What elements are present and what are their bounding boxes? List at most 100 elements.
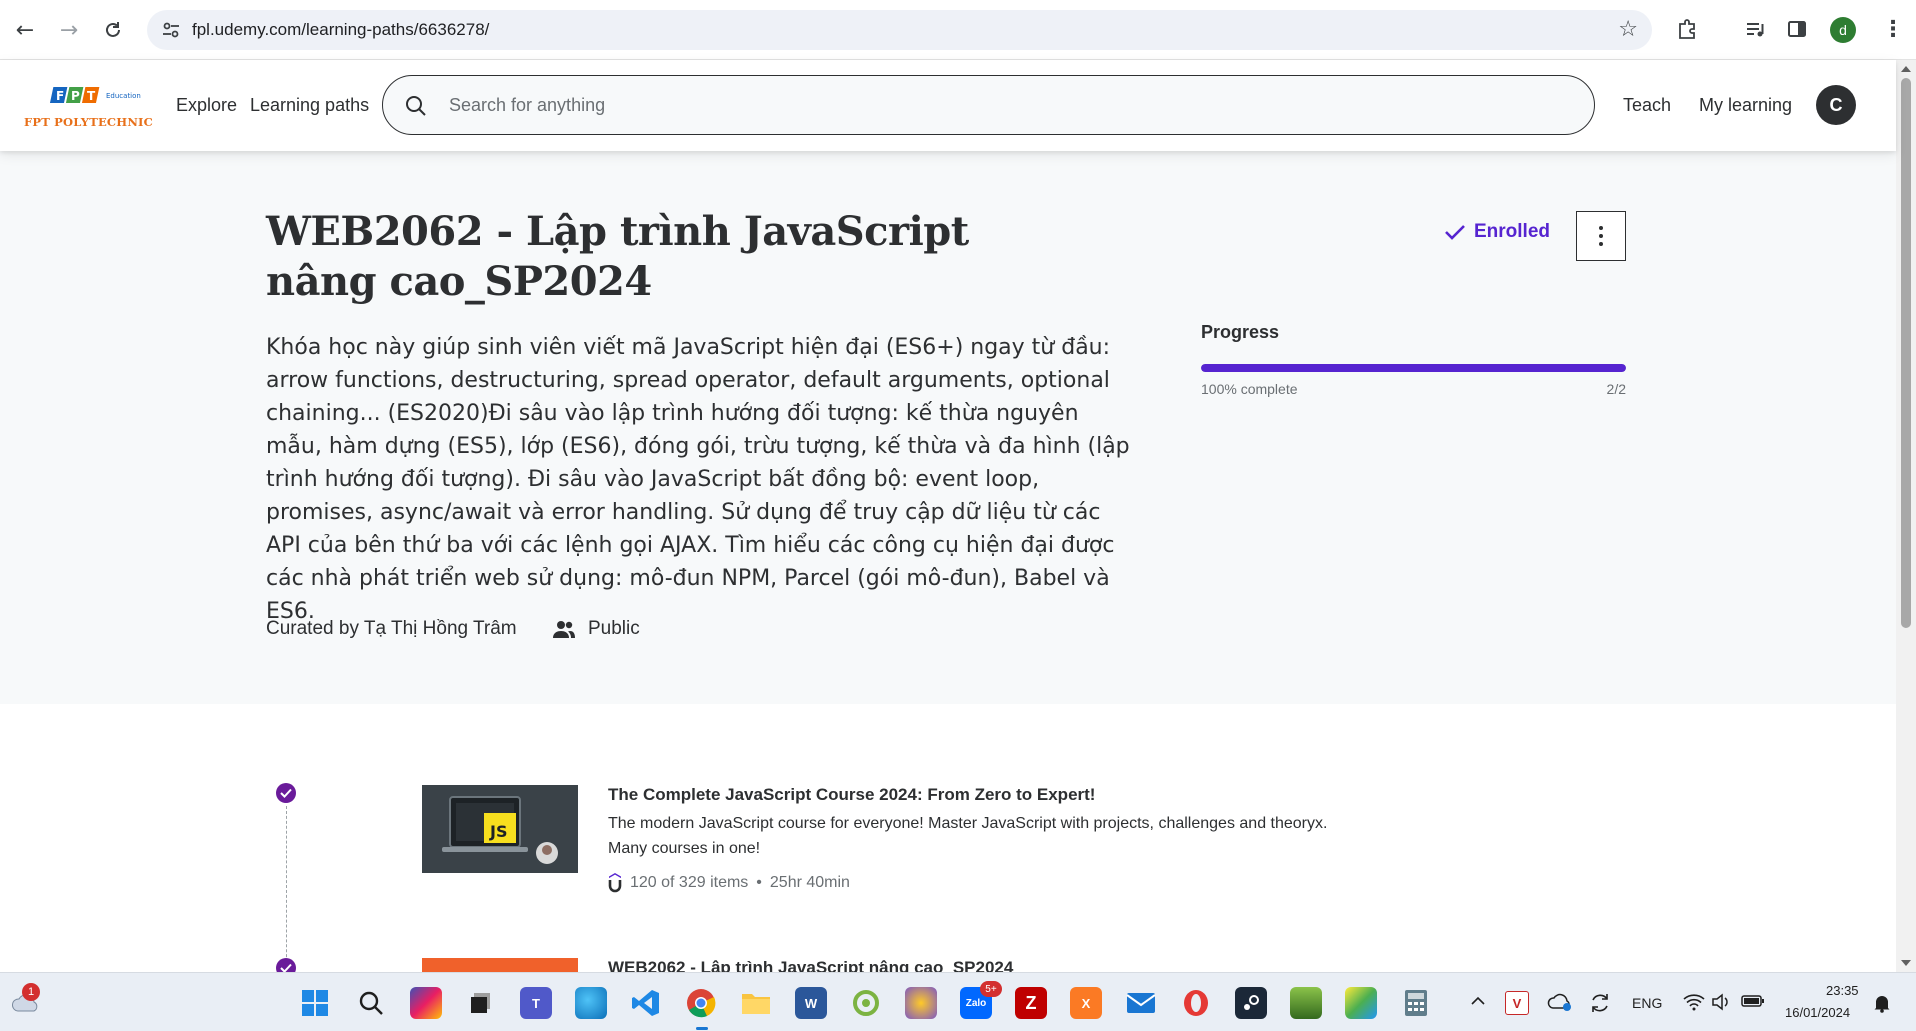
opera-icon[interactable] <box>1180 987 1212 1019</box>
kebab-dot <box>1599 226 1603 230</box>
task-view-icon[interactable] <box>465 987 497 1019</box>
completed-check-icon <box>276 783 296 803</box>
volume-icon[interactable] <box>1711 993 1731 1015</box>
js-badge-text: JS <box>490 822 508 841</box>
forward-button[interactable]: → <box>52 13 86 47</box>
course-title[interactable]: WEB2062 - Lập trình JavaScript nâng cao_… <box>608 958 1013 972</box>
nav-learning-paths[interactable]: Learning paths <box>250 95 369 116</box>
checkmark-icon <box>1445 225 1465 240</box>
nav-explore[interactable]: Explore <box>176 95 237 116</box>
search-input[interactable] <box>449 90 1549 120</box>
browser-toolbar: ← → fpl.udemy.com/learning-paths/6636278… <box>0 0 1916 60</box>
bookmark-star-icon[interactable]: ☆ <box>1618 17 1638 42</box>
progress-heading: Progress <box>1201 322 1280 342</box>
clock-date[interactable]: 16/01/2024 <box>1785 1005 1850 1020</box>
kebab-dot <box>1599 234 1603 238</box>
people-icon <box>553 621 575 638</box>
xampp-icon[interactable]: X <box>1070 987 1102 1019</box>
mail-icon[interactable] <box>1125 987 1157 1019</box>
course-timeline-line <box>286 806 287 972</box>
clock-time[interactable]: 23:35 <box>1826 983 1859 998</box>
progress-percent-text: 100% complete <box>1201 381 1298 397</box>
side-panel-icon[interactable] <box>1782 14 1812 44</box>
more-options-button[interactable] <box>1576 211 1626 261</box>
bluestacks-icon[interactable] <box>1345 987 1377 1019</box>
os-taskbar: 1 T W Zalo 5+ Z X V ENG 23:35 16/01/2024 <box>0 972 1916 1031</box>
battery-icon[interactable] <box>1741 993 1765 1013</box>
course-thumbnail[interactable] <box>422 958 578 972</box>
svg-text:T: T <box>87 89 96 103</box>
filezilla-icon[interactable]: Z <box>1015 987 1047 1019</box>
course-card[interactable]: WEB2062 - Lập trình JavaScript nâng cao_… <box>422 958 1322 972</box>
scrollbar-thumb[interactable] <box>1901 78 1911 628</box>
page-scrollbar[interactable] <box>1896 60 1916 972</box>
progress-count: 2/2 <box>1606 381 1626 397</box>
visibility-label: Public <box>588 618 640 639</box>
teams-icon[interactable]: T <box>520 987 552 1019</box>
enrolled-status: Enrolled <box>1444 221 1550 243</box>
chrome-icon[interactable] <box>685 987 717 1019</box>
page-title: WEB2062 - Lập trình JavaScript nâng cao_… <box>266 208 969 305</box>
svg-text:Education: Education <box>106 92 141 100</box>
notification-badge: 1 <box>22 983 40 1001</box>
search-icon[interactable] <box>403 93 429 119</box>
onedrive-icon[interactable] <box>1547 991 1573 1017</box>
curator-text: Curated by Tạ Thị Hồng Trâm <box>266 618 517 639</box>
search-taskbar-icon[interactable] <box>355 987 387 1019</box>
steam-icon[interactable] <box>1235 987 1267 1019</box>
site-settings-icon[interactable] <box>159 18 183 42</box>
meta-separator: • <box>756 874 762 891</box>
site-header: F P T Education FPT POLYTECHNIC Explore … <box>0 60 1896 151</box>
reload-button[interactable] <box>96 13 130 47</box>
svg-text:F: F <box>56 89 64 103</box>
svg-text:P: P <box>71 89 80 103</box>
back-button[interactable]: ← <box>8 13 42 47</box>
course-items: 120 of 329 items <box>630 874 749 891</box>
course-title[interactable]: The Complete JavaScript Course 2024: Fro… <box>608 785 1095 805</box>
file-explorer-icon[interactable] <box>740 987 772 1019</box>
browser-menu-icon[interactable]: ⋮ <box>1878 14 1908 44</box>
extensions-icon[interactable] <box>1672 14 1702 44</box>
sync-icon[interactable] <box>1588 991 1612 1019</box>
green-app-icon[interactable] <box>850 987 882 1019</box>
vscode-icon[interactable] <box>630 987 662 1019</box>
android-emulator-icon[interactable] <box>1290 987 1322 1019</box>
edge-icon[interactable] <box>575 987 607 1019</box>
active-app-indicator <box>696 1027 708 1030</box>
fpt-polytechnic-logo[interactable]: F P T Education FPT POLYTECHNIC <box>24 84 154 129</box>
browser-profile-avatar[interactable]: d <box>1830 17 1856 43</box>
nav-my-learning[interactable]: My learning <box>1699 95 1792 116</box>
fpt-logo-icon: F P T Education <box>49 87 141 103</box>
wifi-icon[interactable] <box>1683 993 1705 1015</box>
udemy-logo-icon <box>608 873 622 893</box>
learning-path-hero: WEB2062 - Lập trình JavaScript nâng cao_… <box>0 151 1896 704</box>
enrolled-label: Enrolled <box>1474 221 1551 242</box>
url-text[interactable]: fpl.udemy.com/learning-paths/6636278/ <box>192 20 489 40</box>
zalo-badge: 5+ <box>980 981 1002 997</box>
word-icon[interactable]: W <box>795 987 827 1019</box>
search-bar[interactable] <box>382 75 1595 135</box>
nav-teach[interactable]: Teach <box>1623 95 1671 116</box>
course-duration: 25hr 40min <box>769 874 850 891</box>
progress-bar <box>1201 364 1626 372</box>
calculator-icon[interactable] <box>1400 987 1432 1019</box>
orbit-app-icon[interactable] <box>905 987 937 1019</box>
show-hidden-icons-icon[interactable] <box>1470 993 1486 1013</box>
kebab-dot <box>1599 242 1603 246</box>
notification-bell-icon[interactable] <box>1872 993 1892 1017</box>
language-indicator[interactable]: ENG <box>1632 995 1662 1011</box>
scroll-up-icon[interactable] <box>1901 66 1911 72</box>
antivirus-icon[interactable]: V <box>1505 991 1529 1015</box>
media-control-icon[interactable] <box>1740 14 1770 44</box>
copilot-icon[interactable] <box>410 987 442 1019</box>
windows-start-icon[interactable] <box>299 987 331 1019</box>
address-bar[interactable]: fpl.udemy.com/learning-paths/6636278/ ☆ <box>147 10 1652 50</box>
progress-bar-fill <box>1201 364 1626 372</box>
course-thumbnail[interactable]: JS <box>422 785 578 873</box>
logo-text: FPT POLYTECHNIC <box>24 115 153 129</box>
scroll-down-icon[interactable] <box>1901 960 1911 966</box>
user-avatar[interactable]: C <box>1816 85 1856 125</box>
path-description: Khóa học này giúp sinh viên viết mã Java… <box>266 335 1130 624</box>
course-description: The modern JavaScript course for everyon… <box>608 815 1328 857</box>
course-meta: 120 of 329 items • 25hr 40min <box>608 873 850 893</box>
